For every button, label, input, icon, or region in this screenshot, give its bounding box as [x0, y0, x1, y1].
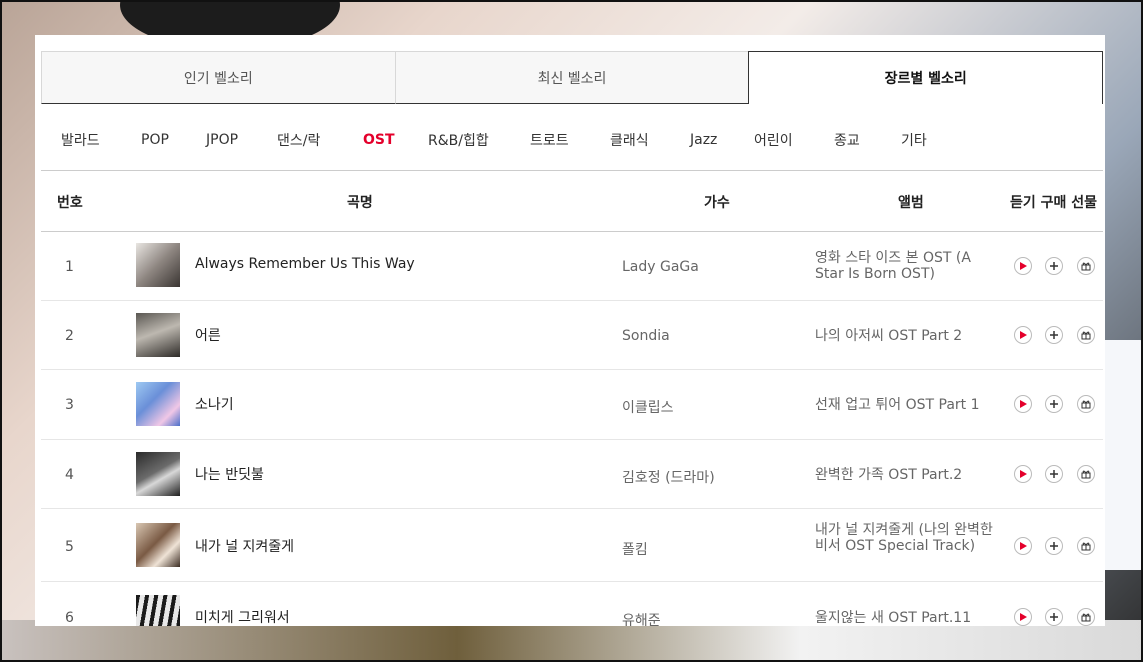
play-button[interactable] [1014, 537, 1032, 555]
row-number: 2 [65, 328, 74, 344]
gift-button[interactable] [1077, 326, 1095, 344]
song-title[interactable]: 내가 널 지켜줄게 [195, 536, 294, 556]
gift-button[interactable] [1077, 257, 1095, 275]
artist-name[interactable]: 김호정 (드라마) [622, 467, 715, 487]
artist-name[interactable]: Sondia [622, 328, 670, 344]
plus-icon [1050, 470, 1058, 478]
song-title[interactable]: 어른 [195, 325, 221, 345]
play-button[interactable] [1014, 257, 1032, 275]
row-number: 6 [65, 610, 74, 626]
song-title[interactable]: 소나기 [195, 394, 234, 414]
play-icon [1020, 613, 1027, 621]
genre-kids[interactable]: 어린이 [754, 130, 793, 150]
table-header: 번호 곡명 가수 앨범 듣기 구매 선물 [41, 170, 1103, 232]
album-name[interactable]: 나의 아저씨 OST Part 2 [815, 328, 995, 344]
genre-ost[interactable]: OST [363, 132, 395, 148]
genre-other[interactable]: 기타 [901, 130, 927, 150]
plus-icon [1050, 400, 1058, 408]
play-button[interactable] [1014, 326, 1032, 344]
gift-icon [1081, 470, 1091, 479]
table-row: 6 미치게 그리워서 유해준 울지않는 새 OST Part.11 [41, 582, 1103, 626]
artist-name[interactable]: Lady GaGa [622, 259, 699, 275]
play-icon [1020, 262, 1027, 270]
gift-icon [1081, 542, 1091, 551]
buy-button[interactable] [1045, 257, 1063, 275]
album-art[interactable] [136, 595, 180, 626]
play-icon [1020, 470, 1027, 478]
row-number: 3 [65, 397, 74, 413]
album-art[interactable] [136, 313, 180, 357]
category-tabs: 인기 벨소리 최신 벨소리 장르별 벨소리 [41, 51, 1104, 104]
gift-icon [1081, 331, 1091, 340]
plus-icon [1050, 331, 1058, 339]
gift-button[interactable] [1077, 465, 1095, 483]
gift-button[interactable] [1077, 395, 1095, 413]
ringtone-panel: 인기 벨소리 최신 벨소리 장르별 벨소리 발라드 POP JPOP 댄스/락 … [35, 35, 1105, 626]
artist-name[interactable]: 이클립스 [622, 397, 674, 417]
row-number: 5 [65, 539, 74, 555]
play-button[interactable] [1014, 395, 1032, 413]
artist-name[interactable]: 유해준 [622, 610, 661, 626]
play-button[interactable] [1014, 465, 1032, 483]
genre-ballad[interactable]: 발라드 [61, 130, 100, 150]
play-icon [1020, 400, 1027, 408]
album-art[interactable] [136, 452, 180, 496]
buy-button[interactable] [1045, 326, 1063, 344]
row-number: 4 [65, 467, 74, 483]
table-row: 5 내가 널 지켜줄게 폴킴 내가 널 지켜줄게 (나의 완벽한 비서 OST … [41, 509, 1103, 582]
genre-classical[interactable]: 클래식 [610, 130, 649, 150]
play-icon [1020, 542, 1027, 550]
gift-button[interactable] [1077, 537, 1095, 555]
header-title: 곡명 [347, 195, 373, 211]
plus-icon [1050, 542, 1058, 550]
buy-button[interactable] [1045, 537, 1063, 555]
album-name[interactable]: 완벽한 가족 OST Part.2 [815, 467, 995, 483]
genre-pop[interactable]: POP [141, 132, 169, 148]
row-number: 1 [65, 259, 74, 275]
album-name[interactable]: 울지않는 새 OST Part.11 [815, 610, 995, 626]
table-row: 4 나는 반딧불 김호정 (드라마) 완벽한 가족 OST Part.2 [41, 440, 1103, 509]
plus-icon [1050, 613, 1058, 621]
buy-button[interactable] [1045, 395, 1063, 413]
table-row: 1 Always Remember Us This Way Lady GaGa … [41, 232, 1103, 301]
gift-icon [1081, 262, 1091, 271]
header-artist: 가수 [704, 195, 730, 211]
genre-religion[interactable]: 종교 [834, 130, 860, 150]
play-icon [1020, 331, 1027, 339]
song-title[interactable]: 나는 반딧불 [195, 464, 264, 484]
album-name[interactable]: 영화 스타 이즈 본 OST (A Star Is Born OST) [815, 250, 995, 282]
table-row: 3 소나기 이클립스 선재 업고 튀어 OST Part 1 [41, 370, 1103, 440]
header-album: 앨범 [898, 195, 924, 211]
gift-button[interactable] [1077, 608, 1095, 626]
song-title[interactable]: Always Remember Us This Way [195, 256, 415, 272]
album-name[interactable]: 선재 업고 튀어 OST Part 1 [815, 397, 995, 413]
gift-icon [1081, 400, 1091, 409]
header-number: 번호 [57, 195, 83, 211]
album-name[interactable]: 내가 널 지켜줄게 (나의 완벽한 비서 OST Special Track) [815, 522, 995, 554]
background-decoration [0, 620, 1143, 662]
artist-name[interactable]: 폴킴 [622, 539, 648, 559]
tab-genre[interactable]: 장르별 벨소리 [748, 51, 1104, 104]
genre-trot[interactable]: 트로트 [530, 130, 569, 150]
table-row: 2 어른 Sondia 나의 아저씨 OST Part 2 [41, 301, 1103, 370]
album-art[interactable] [136, 523, 180, 567]
genre-jazz[interactable]: Jazz [690, 132, 717, 148]
genre-jpop[interactable]: JPOP [206, 132, 238, 148]
genre-rnb-hiphop[interactable]: R&B/힙합 [428, 130, 489, 150]
album-art[interactable] [136, 243, 180, 287]
tab-latest[interactable]: 최신 벨소리 [394, 51, 749, 104]
play-button[interactable] [1014, 608, 1032, 626]
header-actions: 듣기 구매 선물 [1010, 195, 1098, 211]
album-art[interactable] [136, 382, 180, 426]
song-title[interactable]: 미치게 그리워서 [195, 607, 290, 626]
gift-icon [1081, 613, 1091, 622]
tab-popular[interactable]: 인기 벨소리 [41, 51, 395, 104]
genre-dance-rock[interactable]: 댄스/락 [277, 130, 320, 150]
buy-button[interactable] [1045, 465, 1063, 483]
buy-button[interactable] [1045, 608, 1063, 626]
plus-icon [1050, 262, 1058, 270]
